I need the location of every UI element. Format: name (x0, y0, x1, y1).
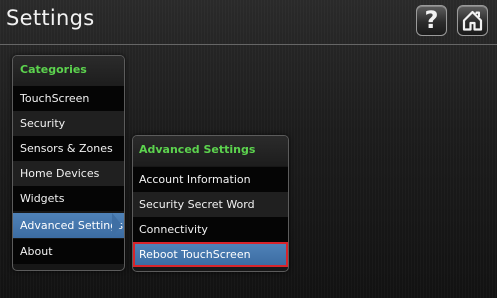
categories-header: Categories (13, 56, 124, 86)
settings-screen: Settings ? Categories TouchScreen Securi… (0, 0, 497, 298)
selection-pointer (112, 213, 122, 237)
category-about[interactable]: About (13, 239, 124, 264)
advanced-settings-header: Advanced Settings (133, 136, 288, 166)
help-button[interactable]: ? (416, 5, 447, 36)
connectivity-item[interactable]: Connectivity (133, 217, 288, 242)
category-security[interactable]: Security (13, 111, 124, 136)
home-button[interactable] (457, 5, 488, 36)
category-widgets[interactable]: Widgets (13, 186, 124, 211)
advanced-settings-panel: Advanced Settings Account Information Se… (132, 135, 289, 272)
home-icon (462, 10, 483, 31)
category-home-devices[interactable]: Home Devices (13, 161, 124, 186)
category-advanced-settings[interactable]: Advanced Settings (13, 213, 124, 238)
categories-panel: Categories TouchScreen Security Sensors … (12, 55, 125, 271)
category-touchscreen[interactable]: TouchScreen (13, 86, 124, 111)
category-sensors-zones[interactable]: Sensors & Zones (13, 136, 124, 161)
security-secret-word-item[interactable]: Security Secret Word (133, 192, 288, 217)
reboot-touchscreen-item[interactable]: Reboot TouchScreen (133, 242, 288, 267)
account-information-item[interactable]: Account Information (133, 167, 288, 192)
title-bar: Settings ? (0, 0, 497, 44)
title-divider (0, 44, 497, 45)
page-title: Settings (6, 6, 95, 30)
question-mark-icon: ? (424, 6, 439, 34)
